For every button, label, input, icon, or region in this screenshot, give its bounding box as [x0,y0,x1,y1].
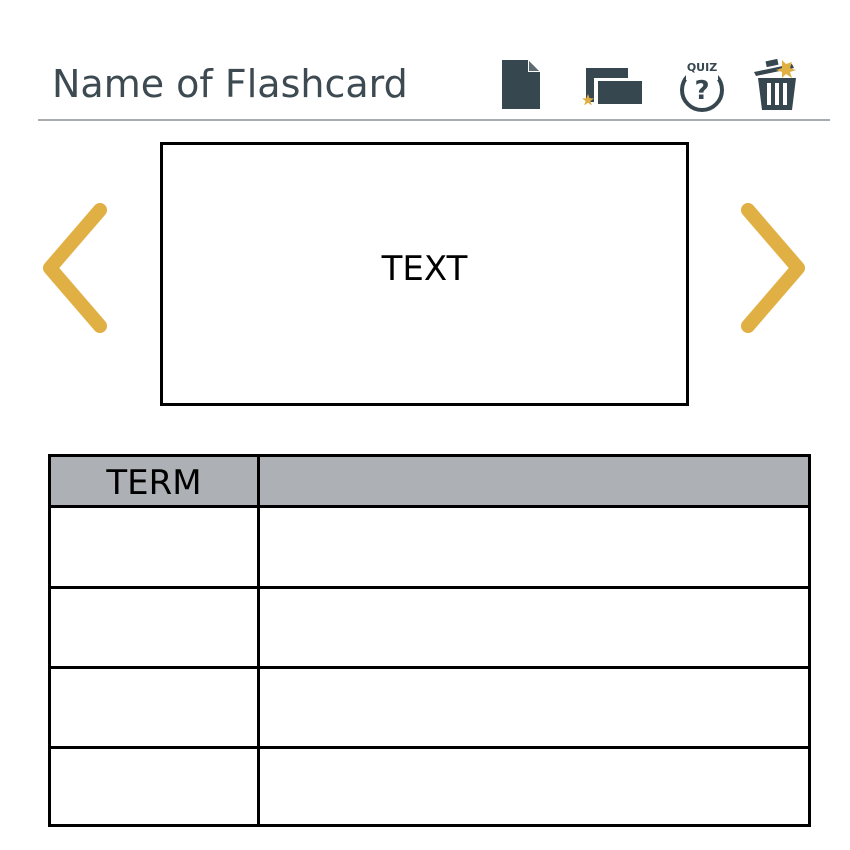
flashcard-text: TEXT [381,249,468,289]
flashcards-button[interactable] [580,66,644,108]
previous-card-button[interactable] [40,200,110,340]
new-card-button[interactable] [502,60,542,110]
definition-cell[interactable] [260,508,808,587]
quiz-button[interactable]: QUIZ ? [676,58,728,114]
quiz-icon: QUIZ ? [676,58,728,114]
svg-text:?: ? [694,76,709,106]
term-column-header: TERM [106,463,202,503]
table-row [51,589,808,668]
term-cell[interactable] [51,589,257,668]
delete-button[interactable] [752,58,802,112]
term-cell[interactable] [51,669,257,748]
next-card-button[interactable] [738,200,808,340]
table-row [51,508,808,587]
definition-cell[interactable] [260,669,808,748]
chevron-right-icon [738,203,808,340]
column-divider [257,457,260,824]
table-header: TERM [51,457,808,508]
trash-icon [752,58,802,112]
table-row [51,669,808,748]
flashcard[interactable]: TEXT [160,142,689,406]
flashcard-title: Name of Flashcard [52,62,408,106]
cards-star-icon [580,66,644,108]
definition-cell[interactable] [260,589,808,668]
document-icon [502,60,542,110]
definition-column-header [260,457,808,505]
quiz-icon-label: QUIZ [687,61,717,74]
term-cell[interactable] [51,508,257,587]
terms-table: TERM [48,454,811,827]
term-cell[interactable] [51,749,257,828]
header-divider [38,119,830,121]
definition-cell[interactable] [260,749,808,828]
table-row [51,749,808,828]
chevron-left-icon [40,203,110,340]
